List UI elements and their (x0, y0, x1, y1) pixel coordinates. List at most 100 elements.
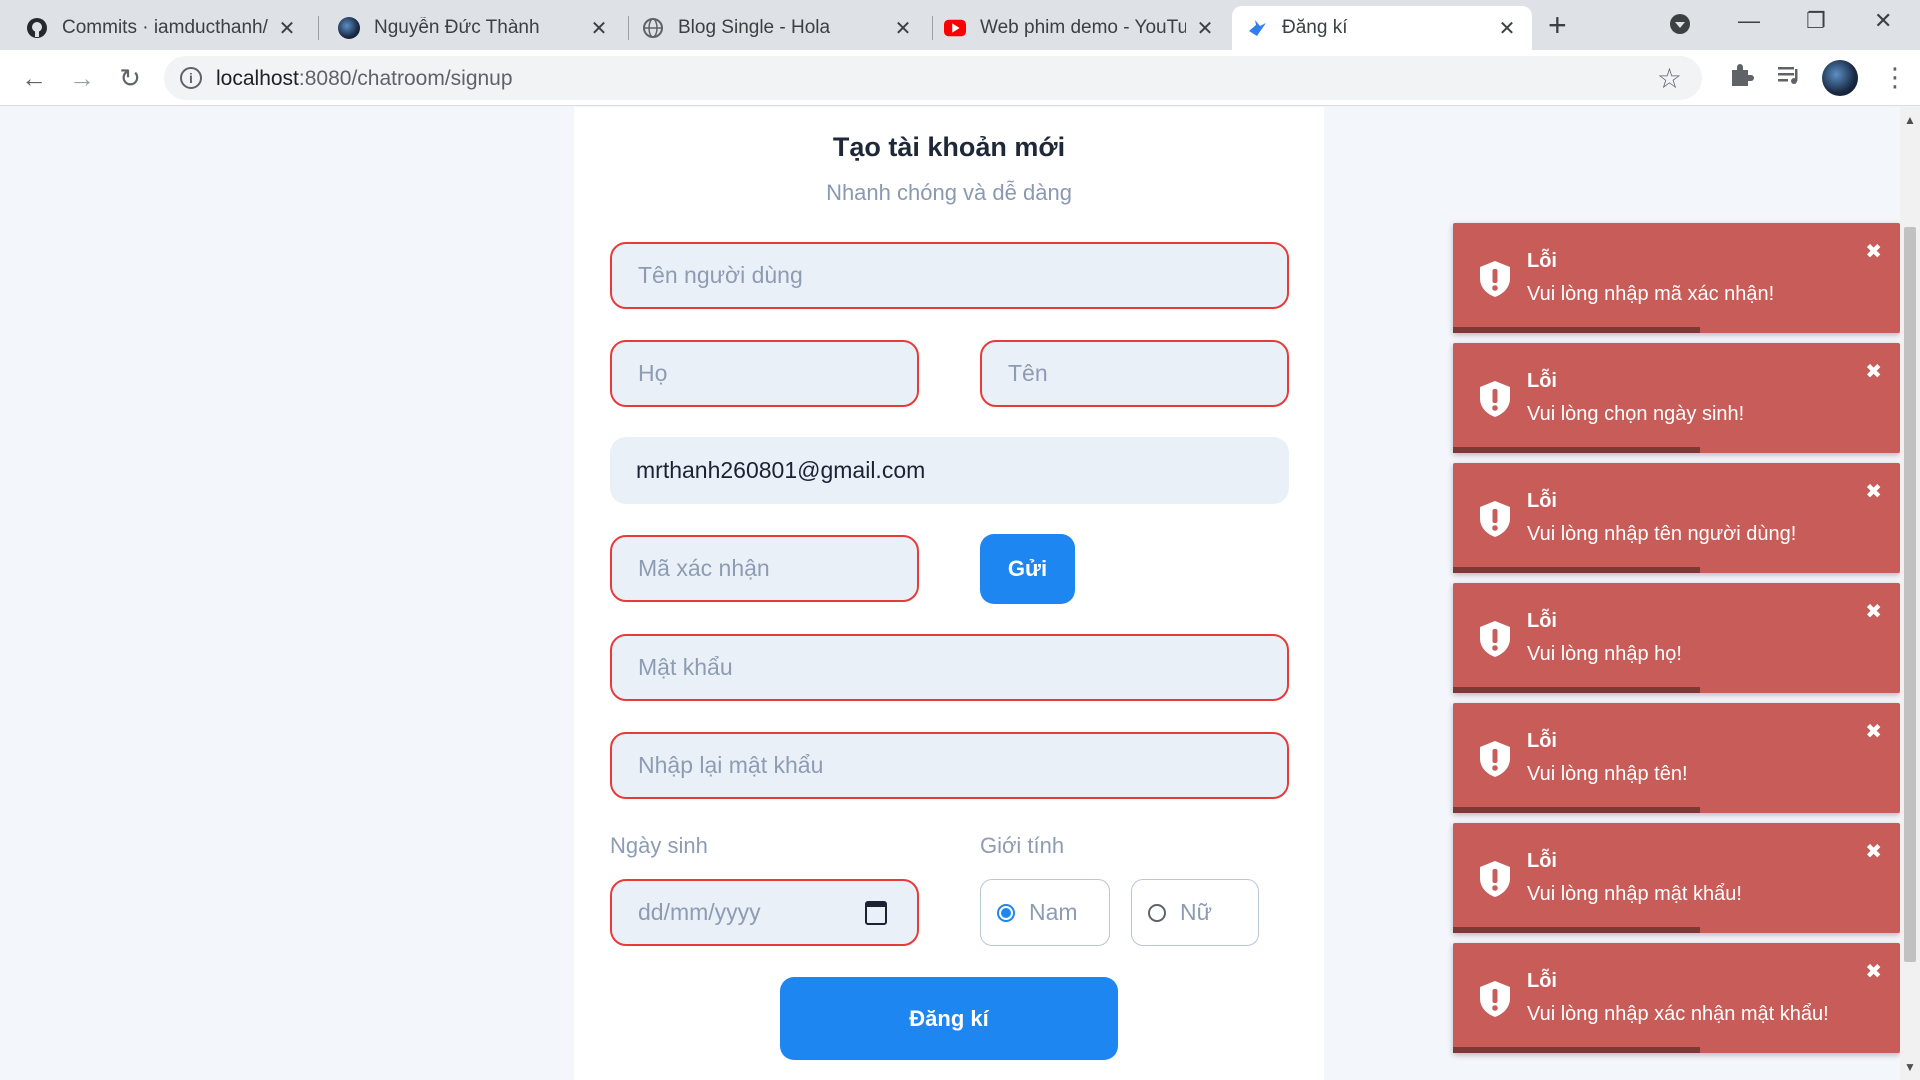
tab-search-icon[interactable] (1668, 12, 1692, 42)
password-input[interactable]: Mật khẩu (610, 634, 1289, 701)
close-icon[interactable]: ✕ (1496, 16, 1518, 41)
tab-title: Commits · iamducthanh/w (62, 17, 268, 38)
toast-close-icon[interactable]: ✖ (1865, 359, 1882, 384)
username-input[interactable]: Tên người dùng (610, 242, 1289, 309)
lastname-input[interactable]: Họ (610, 340, 919, 407)
restore-icon[interactable]: ❐ (1806, 8, 1826, 34)
confirm-password-placeholder: Nhập lại mật khẩu (638, 752, 824, 778)
close-icon[interactable]: ✕ (276, 16, 298, 41)
address-bar[interactable]: i localhost:8080/chatroom/signup ☆ (164, 56, 1702, 100)
back-icon[interactable]: ← (16, 60, 52, 96)
new-tab-button[interactable]: + (1548, 9, 1567, 41)
page-viewport: Tạo tài khoản mới Nhanh chóng và dễ dàng… (0, 107, 1900, 1080)
toast-progress-bar (1453, 447, 1700, 453)
browser-toolbar: ← → ↻ i localhost:8080/chatroom/signup ☆… (0, 50, 1920, 106)
reload-icon[interactable]: ↻ (112, 60, 148, 96)
shield-alert-icon (1480, 741, 1510, 777)
shield-alert-icon (1480, 381, 1510, 417)
send-code-button[interactable]: Gửi (980, 534, 1075, 604)
tab-youtube[interactable]: Web phim demo - YouTub ✕ (930, 6, 1230, 50)
close-icon[interactable]: ✕ (1194, 16, 1216, 41)
close-icon[interactable]: ✕ (892, 16, 914, 41)
error-toast: Lỗi Vui lòng nhập họ! ✖ (1453, 583, 1900, 693)
gender-option-label: Nam (1029, 899, 1078, 925)
password-placeholder: Mật khẩu (638, 654, 733, 680)
toast-title: Lỗi (1527, 370, 1557, 392)
page-subtitle: Nhanh chóng và dễ dàng (826, 180, 1072, 205)
page-title: Tạo tài khoản mới (832, 132, 1066, 162)
shield-alert-icon (1480, 861, 1510, 897)
profile-avatar[interactable] (1822, 60, 1858, 96)
tab-signup[interactable]: Đăng kí ✕ (1232, 6, 1532, 50)
lastname-placeholder: Họ (638, 360, 668, 386)
menu-dots-icon[interactable]: ⋮ (1882, 62, 1908, 93)
tab-title: Blog Single - Hola (678, 17, 831, 38)
confirm-password-input[interactable]: Nhập lại mật khẩu (610, 732, 1289, 799)
url-host: localhost (216, 67, 299, 90)
error-toast: Lỗi Vui lòng nhập tên người dùng! ✖ (1453, 463, 1900, 573)
close-icon[interactable]: ✕ (588, 16, 610, 41)
error-toast: Lỗi Vui lòng nhập mã xác nhận! ✖ (1453, 223, 1900, 333)
extensions-icon[interactable] (1728, 62, 1754, 95)
toast-close-icon[interactable]: ✖ (1865, 719, 1882, 744)
forward-icon[interactable]: → (64, 60, 100, 96)
toast-close-icon[interactable]: ✖ (1865, 959, 1882, 984)
code-placeholder: Mã xác nhận (638, 555, 770, 581)
signup-submit-button[interactable]: Đăng kí (780, 977, 1118, 1060)
birthday-date-input[interactable]: dd/mm/yyyy (610, 879, 919, 946)
bird-icon (1246, 17, 1268, 39)
shield-alert-icon (1480, 621, 1510, 657)
verification-code-input[interactable]: Mã xác nhận (610, 535, 919, 602)
toast-message: Vui lòng nhập họ! (1527, 643, 1682, 665)
tab-blog[interactable]: Blog Single - Hola ✕ (628, 6, 928, 50)
toast-close-icon[interactable]: ✖ (1865, 479, 1882, 504)
birthday-placeholder: dd/mm/yyyy (638, 899, 761, 925)
scroll-up-icon[interactable]: ▲ (1904, 113, 1916, 127)
toast-title: Lỗi (1527, 490, 1557, 512)
toast-title: Lỗi (1527, 850, 1557, 872)
toast-close-icon[interactable]: ✖ (1865, 239, 1882, 264)
gender-option-male[interactable]: Nam (980, 879, 1110, 946)
toast-title: Lỗi (1527, 730, 1557, 752)
bookmark-star-icon[interactable]: ☆ (1657, 62, 1682, 95)
radio-checked-icon[interactable] (997, 903, 1015, 922)
calendar-icon[interactable] (865, 901, 887, 925)
media-control-icon[interactable] (1776, 62, 1802, 95)
browser-tab-bar: Commits · iamducthanh/w ✕ Nguyễn Đức Thà… (0, 0, 1920, 50)
birthday-label: Ngày sinh (610, 833, 708, 858)
tab-commits[interactable]: Commits · iamducthanh/w ✕ (12, 6, 312, 50)
gender-label: Giới tính (980, 833, 1065, 858)
firstname-input[interactable]: Tên (980, 340, 1289, 407)
toast-title: Lỗi (1527, 970, 1557, 992)
tab-profile[interactable]: Nguyễn Đức Thành ✕ (324, 6, 624, 50)
error-toast: Lỗi Vui lòng nhập tên! ✖ (1453, 703, 1900, 813)
gender-option-label: Nữ (1180, 899, 1213, 925)
shield-alert-icon (1480, 261, 1510, 297)
globe-icon (642, 17, 664, 39)
scrollbar-thumb[interactable] (1904, 227, 1916, 962)
error-toast: Lỗi Vui lòng nhập mật khẩu! ✖ (1453, 823, 1900, 933)
gender-option-female[interactable]: Nữ (1131, 879, 1259, 946)
toast-progress-bar (1453, 327, 1700, 333)
site-info-icon[interactable]: i (180, 67, 202, 89)
username-placeholder: Tên người dùng (638, 262, 803, 288)
window-close-icon[interactable]: ✕ (1874, 8, 1892, 34)
toast-message: Vui lòng nhập tên! (1527, 763, 1688, 785)
toast-message: Vui lòng nhập xác nhận mật khẩu! (1527, 1003, 1829, 1025)
scroll-down-icon[interactable]: ▼ (1904, 1060, 1916, 1074)
toast-close-icon[interactable]: ✖ (1865, 599, 1882, 624)
signup-card: Tạo tài khoản mới Nhanh chóng và dễ dàng… (574, 107, 1324, 1080)
page-scrollbar[interactable]: ▲ ▼ (1900, 107, 1920, 1080)
tab-title: Đăng kí (1282, 17, 1348, 38)
email-value: mrthanh260801@gmail.com (636, 457, 926, 483)
radio-unchecked-icon[interactable] (1148, 903, 1166, 922)
toast-progress-bar (1453, 687, 1700, 693)
shield-alert-icon (1480, 981, 1510, 1017)
error-toast: Lỗi Vui lòng chọn ngày sinh! ✖ (1453, 343, 1900, 453)
tab-title: Web phim demo - YouTub (980, 17, 1186, 38)
minimize-icon[interactable]: — (1738, 8, 1760, 34)
error-toast: Lỗi Vui lòng nhập xác nhận mật khẩu! ✖ (1453, 943, 1900, 1053)
email-field[interactable]: mrthanh260801@gmail.com (610, 437, 1289, 504)
toast-close-icon[interactable]: ✖ (1865, 839, 1882, 864)
toast-message: Vui lòng nhập tên người dùng! (1527, 523, 1797, 545)
